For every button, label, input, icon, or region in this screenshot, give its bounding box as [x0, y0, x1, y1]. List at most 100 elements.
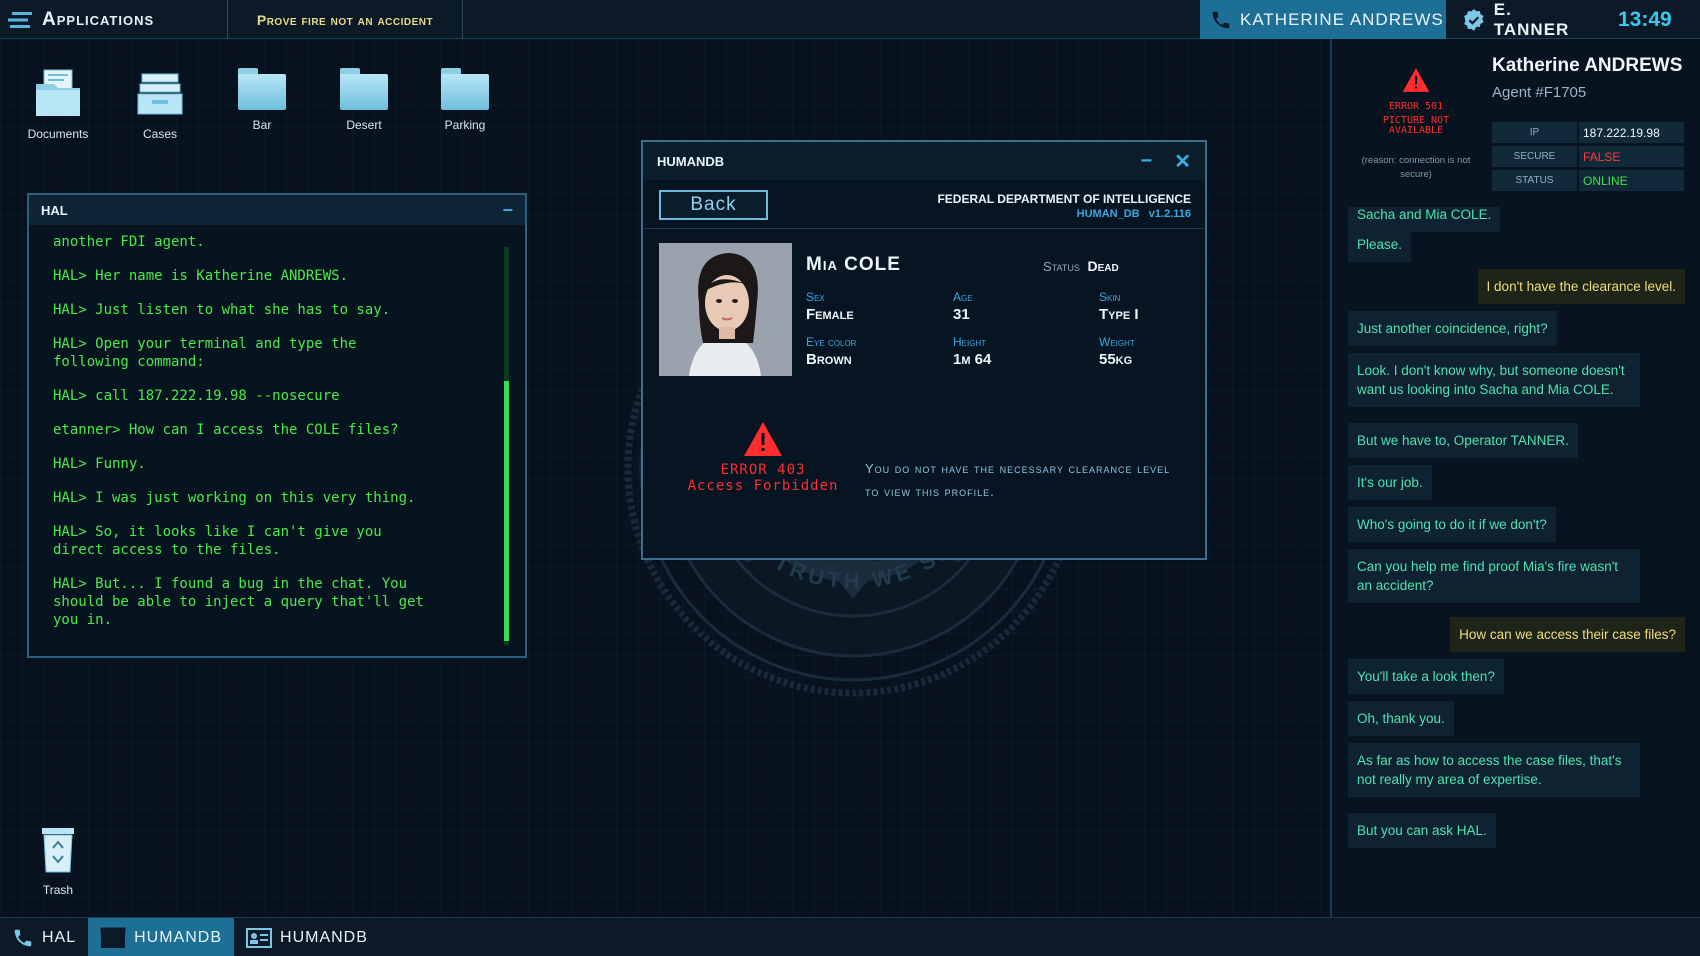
app-version: v1.2.116 — [1148, 208, 1191, 220]
chat-message-received: Just another coincidence, right? — [1348, 311, 1557, 346]
desktop-icon-label: Trash — [42, 883, 74, 897]
chat-message-received: Who's going to do it if we don't? — [1348, 507, 1556, 542]
chat-message-received: As far as how to access the case files, … — [1348, 743, 1640, 797]
chat-message-received: But you can ask HAL. — [1348, 813, 1496, 848]
desktop-icon-label: Documents — [27, 127, 89, 141]
chat-message-received: You'll take a look then? — [1348, 659, 1504, 694]
contact-header: ERROR 501 PICTURE NOT AVAILABLE (reason:… — [1332, 39, 1700, 207]
top-bar: Applications Prove fire not an accident … — [0, 0, 1700, 39]
field-age: Age 31 — [953, 290, 973, 323]
taskbar-item-humandb[interactable]: HUMANDB — [234, 918, 380, 956]
desktop-icon-parking[interactable]: Parking — [425, 68, 505, 132]
field-value: Female — [806, 306, 854, 323]
phone-icon — [14, 929, 32, 946]
id-card-icon — [246, 927, 273, 948]
hal-terminal-window[interactable]: HAL − another FDI agent. HAL> Her name i… — [27, 193, 527, 658]
chat-message-sent: I don't have the clearance level. — [1477, 269, 1685, 304]
desktop-icon-trash[interactable]: Trash — [18, 826, 98, 897]
menu-icon — [8, 11, 32, 28]
terminal-line: HAL> But... I found a bug in the chat. Y… — [53, 576, 424, 628]
window-title-bar[interactable]: HUMANDB − ✕ — [643, 142, 1205, 180]
username: E. TANNER — [1493, 0, 1570, 39]
taskbar-item-hal[interactable]: HAL — [0, 918, 88, 956]
info-value: FALSE — [1579, 146, 1684, 167]
back-button[interactable]: Back — [659, 190, 768, 220]
error-code: ERROR 403 — [720, 462, 806, 478]
window-title: HUMANDB — [657, 153, 725, 169]
window-icon — [100, 927, 126, 948]
taskbar-label: HUMANDB — [280, 928, 368, 946]
app-name: HUMAN_DB — [1076, 208, 1140, 220]
warning-icon — [1402, 68, 1430, 92]
user-account-tab[interactable]: E. TANNER — [1462, 0, 1592, 39]
info-label: STATUS — [1492, 170, 1577, 191]
scrollbar[interactable] — [504, 247, 509, 645]
app-version-line: HUMAN_DB v1.2.116 — [937, 208, 1191, 220]
terminal-line: HAL> Her name is Katherine ANDREWS. — [53, 268, 349, 284]
field-sex: Sex Female — [806, 290, 854, 323]
cases-icon — [137, 73, 183, 115]
desktop-icon-cases[interactable]: Cases — [120, 68, 200, 141]
active-call-tab[interactable]: KATHERINE ANDREWS — [1200, 0, 1446, 39]
folder-icon — [441, 68, 489, 110]
error-reason: (reason: connection is not secure) — [1361, 155, 1471, 180]
agency-name: FEDERAL DEPARTMENT OF INTELLIGENCE — [937, 192, 1191, 206]
field-eye-color: Eye color Brown — [806, 335, 856, 368]
divider — [645, 228, 1203, 229]
documents-icon — [36, 69, 80, 116]
field-weight: Weight 55kg — [1099, 335, 1135, 368]
desktop-icon-documents[interactable]: Documents — [18, 68, 98, 141]
chat-message-received: Can you help me find proof Mia's fire wa… — [1348, 549, 1640, 603]
field-value: Brown — [806, 351, 852, 368]
terminal-output: another FDI agent. HAL> Her name is Kath… — [53, 233, 493, 645]
terminal-line: HAL> Just listen to what she has to say. — [53, 302, 391, 318]
field-label: Weight — [1099, 335, 1135, 349]
close-button[interactable]: ✕ — [1174, 149, 1191, 174]
field-value: 55kg — [1099, 351, 1133, 368]
field-label: Eye color — [806, 335, 857, 349]
chat-message-received: Please. — [1348, 227, 1412, 262]
terminal-line: HAL> So, it looks like I can't give you … — [53, 524, 382, 558]
chat-message-received: It's our job. — [1348, 465, 1432, 500]
person-status: Status Dead — [1043, 258, 1119, 274]
desktop-icon-label: Desert — [346, 118, 382, 132]
field-label: Age — [953, 290, 973, 304]
info-row-ip: IP 187.222.19.98 — [1492, 122, 1684, 143]
info-value: ONLINE — [1579, 170, 1684, 191]
terminal-line: another FDI agent. — [53, 234, 205, 250]
terminal-line: HAL> Funny. — [53, 456, 146, 472]
minimize-button[interactable]: − — [1141, 150, 1153, 173]
status-value: Dead — [1087, 258, 1119, 274]
error-code: ERROR 501 — [1388, 101, 1444, 112]
desktop-icon-bar[interactable]: Bar — [222, 68, 302, 132]
info-label: IP — [1492, 122, 1577, 143]
clock: 13:49 — [1618, 7, 1672, 31]
desktop-icon-label: Bar — [252, 118, 272, 132]
scrollbar-thumb[interactable] — [504, 381, 509, 641]
field-value: 1m 64 — [953, 351, 992, 368]
field-skin: Skin Type I — [1099, 290, 1139, 323]
status-label: Status — [1043, 259, 1080, 274]
contact-name: Katherine ANDREWS — [1492, 55, 1683, 76]
humandb-window[interactable]: HUMANDB − ✕ Back FEDERAL DEPARTMENT OF I… — [641, 140, 1207, 560]
contact-chat-panel: Sacha and Mia COLE. Please. I don't have t… — [1330, 39, 1700, 917]
applications-menu-button[interactable]: Applications — [8, 0, 154, 39]
info-row-secure: SECURE FALSE — [1492, 146, 1684, 167]
taskbar-item-humandb-active[interactable]: HUMANDB — [88, 918, 235, 956]
terminal-line: etanner> How can I access the COLE files… — [53, 422, 399, 438]
applications-label: Applications — [42, 8, 155, 30]
profile-photo — [659, 243, 792, 376]
desktop-icon-label: Cases — [142, 127, 177, 141]
info-value: 187.222.19.98 — [1579, 122, 1684, 143]
desktop-icon-desert[interactable]: Desert — [324, 68, 404, 132]
minimize-button[interactable]: − — [502, 200, 513, 221]
error-text: Access Forbidden — [687, 478, 839, 494]
field-height: Height 1m 64 — [953, 335, 991, 368]
field-label: Skin — [1099, 290, 1121, 304]
error-message: You do not have the necessary clearance … — [865, 461, 1171, 499]
person-name: Mia COLE — [806, 254, 901, 275]
field-value: Type I — [1099, 306, 1139, 323]
window-title-bar[interactable]: HAL − — [29, 195, 525, 225]
access-error: ERROR 403 Access Forbidden — [683, 421, 843, 494]
contact-agent-id: Agent #F1705 — [1492, 84, 1587, 101]
